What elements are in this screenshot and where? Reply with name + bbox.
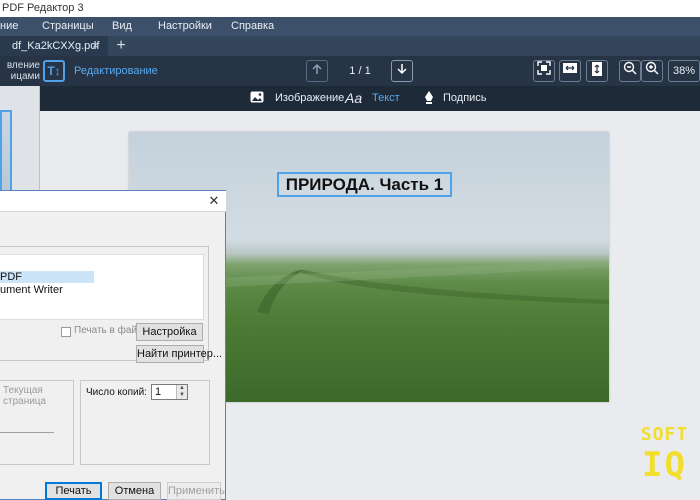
signature-tool-label[interactable]: Подпись (443, 92, 487, 104)
window-title: PDF Редактор 3 (2, 2, 84, 14)
page-management-label-line2: ицами (10, 71, 40, 82)
print-dialog: ✕ PDF ument Writer Печать в файл Настрой… (0, 190, 226, 500)
image-tool-label[interactable]: Изображение (275, 92, 344, 104)
document-title-textbox[interactable]: ПРИРОДА. Часть 1 (277, 172, 452, 197)
menu-item-help[interactable]: Справка (231, 17, 274, 36)
tab-close-icon[interactable]: × (92, 36, 98, 56)
menu-item-view[interactable]: Вид (112, 17, 132, 36)
page-management-label-line1: вление (6, 60, 40, 71)
edit-mode-label[interactable]: Редактирование (74, 65, 158, 77)
printer-item-document-writer[interactable]: ument Writer (0, 284, 63, 296)
page-range-field[interactable] (0, 419, 54, 433)
text-tool-label[interactable]: Текст (372, 92, 400, 104)
zoom-in-icon[interactable] (641, 60, 663, 82)
main-toolbar: вление ицами T↕ Редактирование 1 / 1 38% (0, 56, 700, 86)
nav-down-icon[interactable] (391, 60, 413, 82)
page-indicator[interactable]: 1 / 1 (330, 65, 390, 77)
menu-item-edit[interactable]: ние (0, 17, 18, 36)
find-printer-button[interactable]: Найти принтер... (136, 345, 222, 363)
signature-icon[interactable] (424, 91, 434, 108)
dialog-close-icon[interactable]: ✕ (206, 193, 222, 209)
fit-height-icon[interactable] (586, 60, 608, 82)
zoom-level[interactable]: 38% (668, 60, 700, 82)
print-button[interactable]: Печать (45, 482, 102, 500)
current-page-label-line2: страница (3, 396, 47, 407)
page-management-label[interactable]: вление ицами (0, 60, 40, 82)
soft-iq-watermark-logo: SOFT IQ (637, 425, 692, 491)
zoom-out-icon[interactable] (619, 60, 641, 82)
edit-subtoolbar: Изображение Aa Текст Подпись (0, 86, 700, 111)
print-to-file-checkbox[interactable] (61, 327, 71, 337)
tab-bar: df_Ka2kCXXg.pdf × + (0, 36, 700, 56)
edit-mode-icon[interactable]: T↕ (43, 60, 65, 82)
cancel-button[interactable]: Отмена (108, 482, 161, 500)
print-dialog-titlebar: ✕ (0, 191, 226, 212)
copies-label: Число копий: (86, 387, 147, 398)
watermark-line1: SOFT (640, 424, 689, 445)
tab-document[interactable]: df_Ka2kCXXg.pdf × (0, 36, 108, 56)
printer-list[interactable]: PDF ument Writer (0, 254, 204, 320)
copies-down-icon[interactable]: ▼ (176, 392, 187, 399)
image-icon[interactable] (250, 91, 264, 106)
apply-button: Применить (167, 482, 225, 500)
copies-up-icon[interactable]: ▲ (176, 385, 187, 392)
current-page-label-line1: Текущая (3, 385, 43, 396)
printer-settings-button[interactable]: Настройка (136, 323, 203, 341)
printer-item-pdf[interactable]: PDF (0, 271, 94, 283)
text-icon[interactable]: Aa (345, 90, 362, 106)
fit-width-icon[interactable] (559, 60, 581, 82)
current-page-option[interactable]: Текущая страница (3, 385, 46, 407)
menu-item-settings[interactable]: Настройки (158, 17, 212, 36)
nav-up-icon[interactable] (306, 60, 328, 82)
new-tab-icon[interactable]: + (110, 37, 132, 55)
window-titlebar: PDF Редактор 3 (0, 0, 700, 17)
menu-item-pages[interactable]: Страницы (42, 17, 94, 36)
fit-page-icon[interactable] (533, 60, 555, 82)
print-to-file-label: Печать в файл (74, 325, 143, 336)
menu-bar: ние Страницы Вид Настройки Справка (0, 17, 700, 36)
watermark-line2: IQ (642, 445, 687, 485)
tab-document-label: df_Ka2kCXXg.pdf (12, 40, 100, 52)
